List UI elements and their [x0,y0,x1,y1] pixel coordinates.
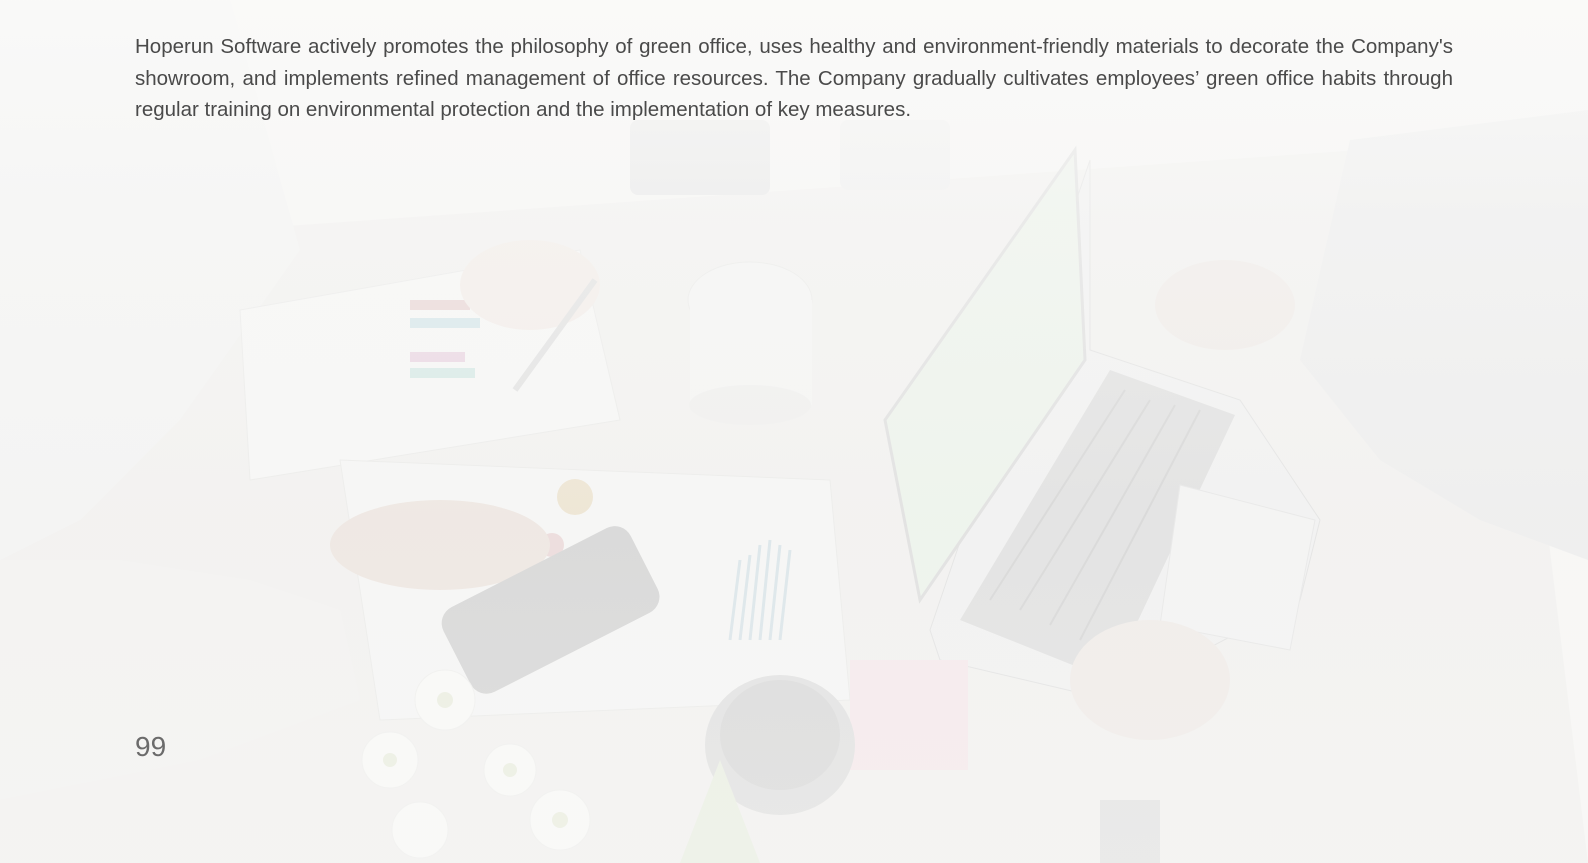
body-paragraph: Hoperun Software actively promotes the p… [135,35,1453,121]
background-overlay [0,0,1588,863]
page-number: 99 [135,731,167,762]
